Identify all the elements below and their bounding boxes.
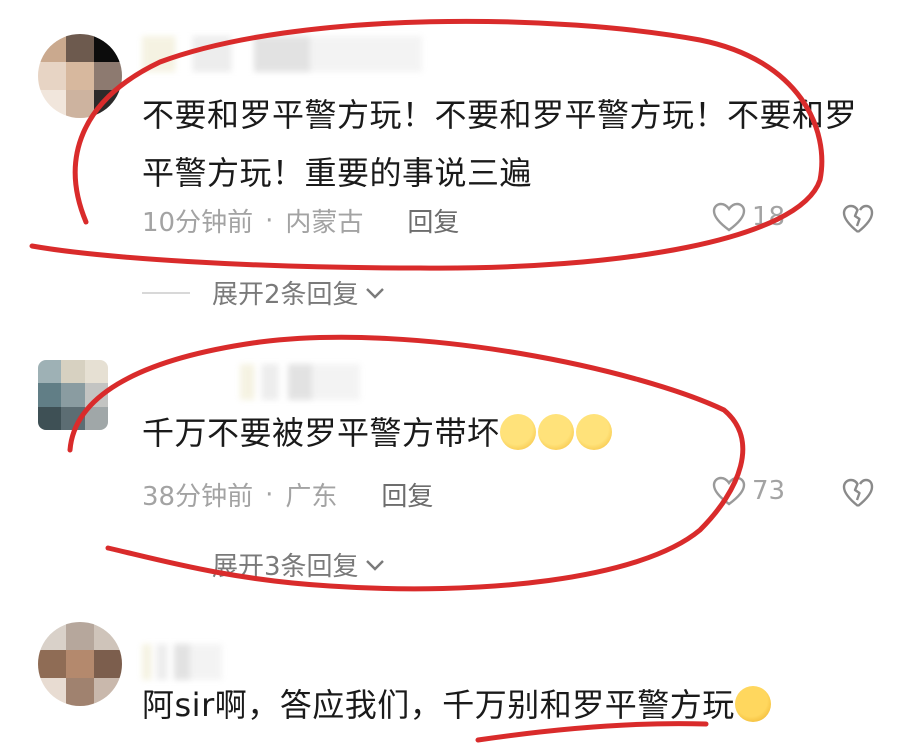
crying-emoji	[734, 686, 771, 722]
like-button[interactable]: 73	[712, 476, 785, 506]
avatar[interactable]	[38, 34, 122, 118]
dislike-button[interactable]	[842, 204, 874, 238]
comment-text-body: 阿sir啊，答应我们，千万别和罗平警方玩	[142, 686, 735, 724]
broken-heart-icon	[842, 478, 874, 507]
comment-text: 千万不要被罗平警方带坏	[142, 404, 882, 462]
broken-heart-icon	[842, 204, 874, 233]
divider	[142, 291, 190, 294]
like-count: 73	[752, 476, 786, 506]
comment-location: 广东	[285, 482, 338, 512]
heart-eyes-kiss-emoji	[499, 414, 536, 450]
heart-eyes-kiss-emoji	[537, 414, 574, 450]
heart-outline-icon	[712, 202, 746, 232]
heart-eyes-kiss-emoji	[575, 414, 612, 450]
comment-meta: 10分钟前 · 内蒙古 回复	[142, 202, 459, 239]
chevron-down-icon	[365, 559, 384, 571]
comment-text: 不要和罗平警方玩！不要和罗平警方玩！不要和罗平警方玩！重要的事说三遍	[142, 96, 858, 192]
separator: ·	[265, 205, 274, 236]
annotation-loop	[67, 334, 746, 592]
comment-meta: 38分钟前 · 广东 回复	[142, 476, 433, 513]
expand-replies-label: 展开2条回复	[212, 280, 359, 310]
username-blurred[interactable]	[240, 364, 360, 400]
reply-button[interactable]: 回复	[381, 476, 433, 513]
comment-time: 38分钟前	[142, 482, 254, 512]
reply-button[interactable]: 回复	[407, 202, 459, 239]
comment-location: 内蒙古	[285, 208, 364, 238]
expand-replies-button[interactable]: 展开3条回复	[212, 546, 385, 583]
like-count: 18	[752, 202, 786, 232]
avatar[interactable]	[38, 360, 108, 430]
expand-replies-label: 展开3条回复	[212, 552, 359, 582]
comment-time: 10分钟前	[142, 208, 254, 238]
separator: ·	[265, 479, 274, 510]
chevron-down-icon	[365, 287, 384, 299]
username-blurred[interactable]	[142, 36, 422, 72]
like-button[interactable]: 18	[712, 202, 785, 232]
avatar[interactable]	[38, 622, 122, 706]
comment-text: 阿sir啊，答应我们，千万别和罗平警方玩	[142, 676, 882, 734]
expand-replies-button[interactable]: 展开2条回复	[142, 274, 385, 311]
heart-outline-icon	[712, 476, 746, 506]
comment-text-body: 千万不要被罗平警方带坏	[142, 414, 500, 452]
dislike-button[interactable]	[842, 478, 874, 512]
username-blurred[interactable]	[142, 644, 222, 680]
